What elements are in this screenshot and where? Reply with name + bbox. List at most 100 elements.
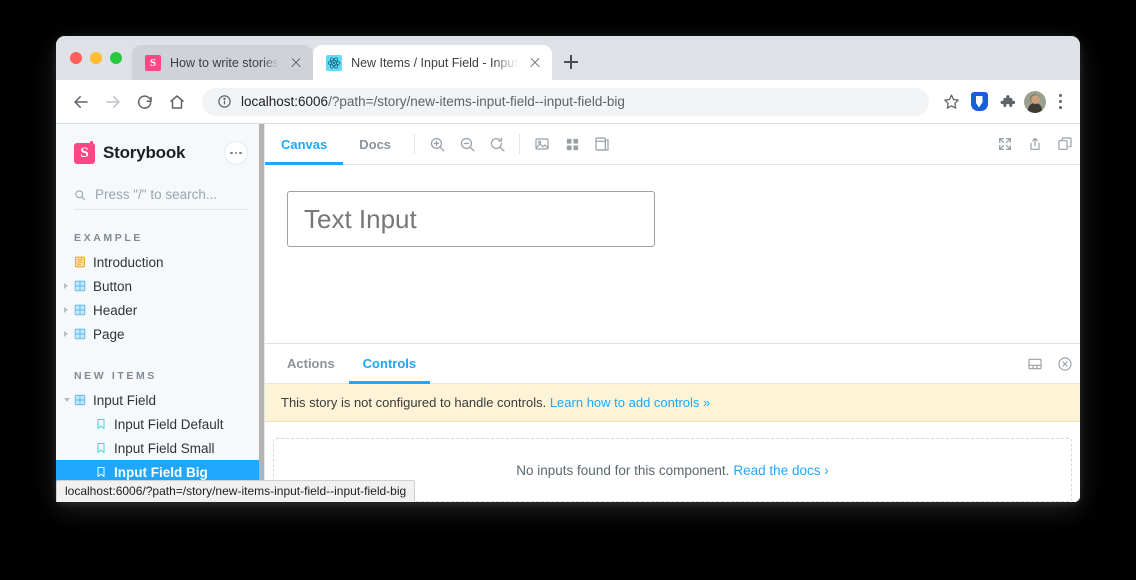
- controls-notice: This story is not configured to handle c…: [265, 384, 1080, 422]
- tab-controls[interactable]: Controls: [348, 344, 431, 384]
- sidebar-item-input-field-small[interactable]: Input Field Small: [56, 436, 264, 460]
- story-bookmark-icon: [97, 467, 105, 477]
- toolbar-divider: [414, 134, 416, 154]
- sidebar-item-input-field[interactable]: Input Field: [56, 388, 264, 412]
- addon-panel: Actions Controls This story is not confi…: [265, 343, 1080, 502]
- storybook-logo-icon: S: [74, 140, 95, 164]
- storybook-main: Canvas Docs Text Input Actions Controls …: [264, 124, 1080, 502]
- bitwarden-shield-icon[interactable]: [966, 89, 992, 115]
- back-icon[interactable]: [66, 87, 96, 117]
- document-icon: [75, 256, 85, 268]
- story-bookmark-icon: [97, 419, 105, 429]
- close-window-button[interactable]: [70, 52, 82, 64]
- sidebar-item-page[interactable]: Page: [56, 322, 264, 346]
- storybook-app: S Storybook EXAMPLE Introduction Button: [56, 124, 1080, 502]
- component-icon: [74, 394, 86, 406]
- extensions-puzzle-icon[interactable]: [994, 89, 1020, 115]
- story-text-input[interactable]: [287, 191, 655, 247]
- tab-actions[interactable]: Actions: [273, 344, 349, 383]
- fullscreen-icon[interactable]: [990, 124, 1020, 164]
- toolbar-spacer: [617, 124, 990, 164]
- measure-icon[interactable]: [587, 124, 617, 164]
- component-icon: [74, 328, 86, 340]
- sidebar-item-label: Input Field Big: [114, 464, 208, 480]
- zoom-out-icon[interactable]: [452, 124, 482, 164]
- panel-position-icon[interactable]: [1020, 344, 1050, 383]
- controls-empty-text: No inputs found for this component.: [516, 462, 730, 478]
- sidebar-item-label: Input Field: [93, 392, 157, 408]
- toolbar-divider: [519, 134, 521, 154]
- controls-notice-text: This story is not configured to handle c…: [281, 395, 547, 410]
- close-icon[interactable]: [527, 55, 543, 71]
- sidebar-resize-handle[interactable]: [259, 124, 264, 502]
- zoom-in-icon[interactable]: [422, 124, 452, 164]
- component-icon: [74, 280, 86, 292]
- sidebar-item-label: Header: [93, 302, 138, 318]
- omnibox-host: localhost:6006: [241, 94, 329, 109]
- backgrounds-icon[interactable]: [527, 124, 557, 164]
- chevron-down-icon[interactable]: [64, 398, 70, 402]
- story-bookmark-icon: [97, 443, 105, 453]
- chevron-right-icon[interactable]: [64, 331, 68, 337]
- browser-address-bar: localhost:6006/?path=/story/new-items-in…: [56, 80, 1080, 124]
- browser-tab-1-title: How to write stories: [170, 55, 280, 70]
- read-docs-link[interactable]: Read the docs ›: [733, 463, 828, 478]
- sidebar-header: S Storybook: [56, 138, 264, 168]
- chrome-menu-icon[interactable]: [1050, 89, 1070, 115]
- close-icon[interactable]: [288, 55, 304, 71]
- storybook-brand[interactable]: S Storybook: [74, 140, 185, 164]
- story-canvas: [265, 165, 1080, 343]
- profile-avatar[interactable]: [1022, 89, 1048, 115]
- sidebar-item-button[interactable]: Button: [56, 274, 264, 298]
- sidebar-search[interactable]: [74, 187, 248, 210]
- sidebar-item-label: Introduction: [93, 254, 164, 270]
- sidebar-item-label: Input Field Small: [114, 440, 215, 456]
- react-favicon: [326, 54, 343, 71]
- maximize-window-button[interactable]: [110, 52, 122, 64]
- browser-tab-strip: S How to write stories New Items / Input…: [56, 36, 1080, 80]
- sidebar-item-label: Input Field Default: [114, 416, 224, 432]
- sidebar-item-label: Page: [93, 326, 125, 342]
- zoom-reset-icon[interactable]: [482, 124, 512, 164]
- sidebar-section-new-items-title: NEW ITEMS: [74, 370, 157, 382]
- status-bar-url: localhost:6006/?path=/story/new-items-in…: [56, 480, 416, 502]
- chevron-right-icon[interactable]: [64, 307, 68, 313]
- browser-tab-2[interactable]: New Items / Input Field - Input: [313, 45, 552, 80]
- home-icon[interactable]: [162, 87, 192, 117]
- sidebar-section-example-title: EXAMPLE: [74, 232, 143, 244]
- component-icon: [74, 304, 86, 316]
- search-input[interactable]: [95, 187, 248, 202]
- info-icon[interactable]: [216, 94, 232, 110]
- bookmark-star-icon[interactable]: [938, 89, 964, 115]
- chevron-right-icon[interactable]: [64, 283, 68, 289]
- learn-controls-link[interactable]: Learn how to add controls »: [550, 395, 710, 410]
- sidebar-item-label: Button: [93, 278, 133, 294]
- tab-docs[interactable]: Docs: [343, 124, 407, 164]
- sidebar-item-introduction[interactable]: Introduction: [56, 250, 264, 274]
- preview-toolbar: Canvas Docs: [265, 124, 1080, 165]
- storybook-favicon: S: [145, 54, 161, 71]
- react-logo-icon: [327, 56, 341, 69]
- browser-tab-1[interactable]: S How to write stories: [132, 45, 314, 80]
- omnibox[interactable]: localhost:6006/?path=/story/new-items-in…: [202, 87, 929, 116]
- browser-window: S How to write stories New Items / Input…: [56, 36, 1080, 502]
- new-tab-button[interactable]: [556, 45, 586, 80]
- sidebar-item-input-field-default[interactable]: Input Field Default: [56, 412, 264, 436]
- grid-icon[interactable]: [557, 124, 587, 164]
- minimize-window-button[interactable]: [90, 52, 102, 64]
- panel-tabs-spacer: [430, 344, 1020, 383]
- reload-icon[interactable]: [130, 87, 160, 117]
- share-icon[interactable]: [1020, 124, 1050, 164]
- sidebar-item-header[interactable]: Header: [56, 298, 264, 322]
- ellipsis-icon[interactable]: [224, 141, 248, 165]
- omnibox-path: /?path=/story/new-items-input-field--inp…: [328, 94, 625, 109]
- window-traffic-lights: [66, 36, 132, 80]
- forward-icon[interactable]: [98, 87, 128, 117]
- omnibox-url: localhost:6006/?path=/story/new-items-in…: [241, 94, 625, 109]
- open-new-tab-icon[interactable]: [1050, 124, 1080, 164]
- storybook-sidebar: S Storybook EXAMPLE Introduction Button: [56, 124, 264, 502]
- search-icon: [75, 189, 86, 200]
- close-panel-icon[interactable]: [1050, 344, 1080, 383]
- addon-panel-tabs: Actions Controls: [265, 344, 1080, 384]
- tab-canvas[interactable]: Canvas: [265, 124, 344, 165]
